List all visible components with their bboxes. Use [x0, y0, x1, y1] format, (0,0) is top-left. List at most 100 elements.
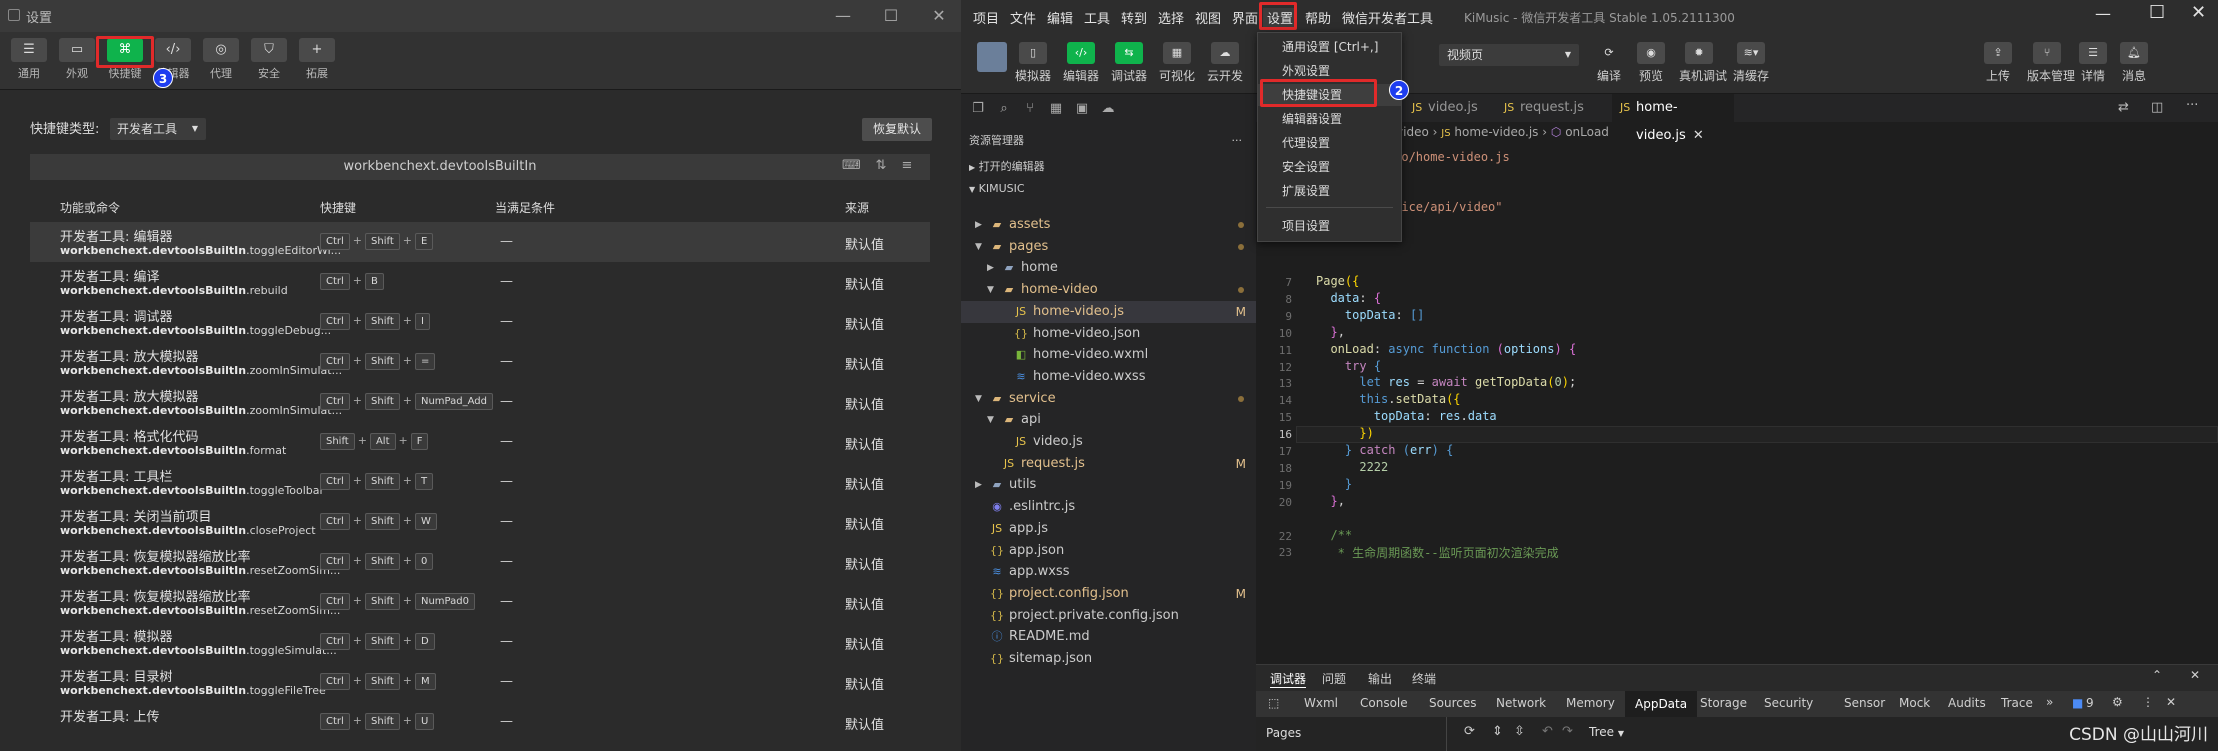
keybinding-keys[interactable]: Ctrl + Shift + E	[320, 233, 436, 250]
toolbar-clear-cache-button[interactable]: ≋▾ 清缓存	[1731, 42, 1771, 84]
clear-filter-icon[interactable]: ≡	[898, 158, 916, 176]
breadcrumb-item[interactable]: home-video.js	[1454, 125, 1538, 139]
panel-tab-memory[interactable]: Memory	[1566, 696, 1615, 710]
code-line[interactable]: /**	[1316, 528, 1352, 542]
tab-extensions[interactable]: + 拓展	[294, 38, 340, 86]
panel-tab-security[interactable]: Security	[1764, 696, 1813, 710]
code-line[interactable]: Page({	[1316, 274, 1359, 288]
tree-file[interactable]: JS request.js M	[961, 453, 1256, 475]
tree-file[interactable]: ◉ .eslintrc.js	[961, 496, 1256, 518]
menu-view[interactable]: 视图	[1195, 8, 1221, 27]
keybinding-keys[interactable]: Ctrl + Shift + =	[320, 353, 438, 370]
menu-interface[interactable]: 界面	[1232, 8, 1258, 27]
tree-folder[interactable]: ▶ ▰ utils	[961, 474, 1256, 496]
menu-item-general-settings[interactable]: 通用设置 [Ctrl+,]	[1258, 36, 1401, 58]
collapse-icon[interactable]: ⌃	[2152, 668, 2162, 682]
keybinding-keys[interactable]: Ctrl + Shift + I	[320, 313, 433, 330]
menu-file[interactable]: 文件	[1010, 8, 1036, 27]
tree-file[interactable]: {} home-video.json	[961, 323, 1256, 345]
close-icon[interactable]: ✕	[928, 5, 950, 27]
compare-icon[interactable]: ⇄	[2118, 100, 2129, 115]
toolbar-messages-button[interactable]: 🔔︎ 消息	[2114, 42, 2154, 84]
toolbar-compile-button[interactable]: ⟳ 编译	[1589, 42, 1629, 84]
tab-output[interactable]: 输出	[1368, 670, 1392, 687]
menu-item-editor-settings[interactable]: 编辑器设置	[1258, 108, 1401, 130]
code-line[interactable]: } catch (err) {	[1316, 443, 1453, 457]
panel-tab-wxml[interactable]: Wxml	[1304, 696, 1338, 710]
keybinding-keys[interactable]: Ctrl + Shift + D	[320, 633, 438, 650]
toolbar-version-button[interactable]: ⑂ 版本管理	[2027, 42, 2075, 84]
menu-item-extension-settings[interactable]: 扩展设置	[1258, 180, 1401, 202]
cloud-icon[interactable]: ☁	[1099, 101, 1117, 119]
search-icon[interactable]: ⌕	[995, 101, 1013, 119]
toolbar-debugger-button[interactable]: ⇆ 调试器	[1109, 42, 1149, 84]
more-tabs-icon[interactable]: »	[2046, 695, 2053, 709]
tab-debugger[interactable]: 调试器	[1270, 670, 1307, 688]
split-editor-icon[interactable]: ◫	[2151, 100, 2163, 115]
project-section[interactable]: ▼ KIMUSIC	[961, 178, 1256, 200]
tree-file[interactable]: ≋ app.wxss	[961, 561, 1256, 583]
close-icon[interactable]: ✕	[2190, 668, 2200, 682]
tree-folder[interactable]: ▼ ▰ api	[961, 409, 1256, 431]
tree-file[interactable]: JS home-video.js M	[961, 300, 1256, 323]
tree-folder[interactable]: ▼ ▰ pages	[961, 236, 1256, 258]
tab-problems[interactable]: 问题	[1322, 670, 1346, 687]
toolbar-upload-button[interactable]: ⇪ 上传	[1978, 42, 2018, 84]
view-mode-select[interactable]: Tree ▼	[1589, 725, 1624, 739]
tab-terminal[interactable]: 终端	[1412, 670, 1436, 687]
code-line[interactable]: })	[1316, 426, 1373, 440]
sort-icon[interactable]: ⇅	[872, 158, 890, 176]
gear-icon[interactable]: ⚙	[2112, 695, 2123, 709]
keybinding-row[interactable]: 开发者工具: 调试器 workbenchext.devtoolsBuiltIn.t…	[30, 302, 930, 342]
undo-icon[interactable]: ↶	[1542, 724, 1553, 739]
open-editors-section[interactable]: ▶ 打开的编辑器	[961, 156, 1256, 178]
keyboard-icon[interactable]: ⌨	[842, 158, 861, 176]
tree-file[interactable]: {} project.config.json M	[961, 583, 1256, 605]
keybinding-row[interactable]: 开发者工具: 恢复模拟器缩放比率 workbenchext.devtoolsBui…	[30, 542, 930, 582]
tree-folder[interactable]: ▶ ▰ home	[961, 257, 1256, 279]
code-line[interactable]: let res = await getTopData(0);	[1316, 375, 1576, 389]
refresh-icon[interactable]: ⟳	[1464, 724, 1475, 739]
tree-file[interactable]: ◧ home-video.wxml	[961, 344, 1256, 366]
extensions-icon[interactable]: ▦	[1047, 101, 1065, 119]
maximize-icon[interactable]: ☐	[2149, 2, 2165, 23]
menu-wechat-devtools[interactable]: 微信开发者工具	[1342, 8, 1433, 27]
minimize-icon[interactable]: —	[2095, 4, 2111, 23]
panel-tab-console[interactable]: Console	[1360, 696, 1408, 710]
tab-security[interactable]: ⛉ 安全	[246, 38, 292, 86]
keybinding-row[interactable]: 开发者工具: 工具栏 workbenchext.devtoolsBuiltIn.t…	[30, 462, 930, 502]
close-tab-icon[interactable]: ✕	[1693, 128, 1704, 143]
tree-file[interactable]: ⓘ README.md	[961, 626, 1256, 648]
code-line[interactable]: }	[1316, 477, 1352, 491]
menu-project[interactable]: 项目	[973, 8, 999, 27]
panel-tab-audits[interactable]: Audits	[1948, 696, 1986, 710]
panel-tab-network[interactable]: Network	[1496, 696, 1546, 710]
editor-tab-video-js[interactable]: JS video.js	[1404, 94, 1490, 122]
redo-icon[interactable]: ↷	[1562, 724, 1573, 739]
tree-file[interactable]: ≋ home-video.wxss	[961, 366, 1256, 388]
panel-tab-sensor[interactable]: Sensor	[1844, 696, 1885, 710]
code-line[interactable]: topData: []	[1316, 308, 1424, 322]
code-line[interactable]: onLoad: async function (options) {	[1316, 342, 1576, 356]
debug-icon[interactable]: ▣	[1073, 101, 1091, 119]
keybinding-search-bar[interactable]: workbenchext.devtoolsBuiltIn ⌨ ⇅ ≡	[30, 154, 930, 180]
tab-proxy[interactable]: ◎ 代理	[198, 38, 244, 86]
editor-tab-home-video-js[interactable]: JS home-video.js ✕	[1612, 94, 1734, 143]
toolbar-details-button[interactable]: ☰ 详情	[2073, 42, 2113, 84]
menu-item-project-settings[interactable]: 项目设置	[1258, 215, 1401, 237]
tree-file[interactable]: {} app.json	[961, 540, 1256, 562]
tab-general[interactable]: ☰ 通用	[6, 38, 52, 86]
collapse-all-icon[interactable]: ⇳	[1514, 724, 1525, 739]
keybinding-row[interactable]: 开发者工具: 格式化代码 workbenchext.devtoolsBuiltIn…	[30, 422, 930, 462]
expand-all-icon[interactable]: ⇕	[1492, 724, 1503, 739]
keybinding-row[interactable]: 开发者工具: 放大模拟器 workbenchext.devtoolsBuiltIn…	[30, 342, 930, 382]
tree-folder[interactable]: ▼ ▰ home-video	[961, 279, 1256, 301]
avatar[interactable]	[977, 42, 1007, 72]
code-line[interactable]: data: {	[1316, 291, 1381, 305]
menu-item-security-settings[interactable]: 安全设置	[1258, 156, 1401, 178]
menu-edit[interactable]: 编辑	[1047, 8, 1073, 27]
keybinding-keys[interactable]: Ctrl + Shift + NumPad_Add	[320, 393, 496, 410]
more-icon[interactable]: ···	[2186, 98, 2198, 113]
keybinding-keys[interactable]: Ctrl + Shift + NumPad0	[320, 593, 478, 610]
menu-select[interactable]: 选择	[1158, 8, 1184, 27]
